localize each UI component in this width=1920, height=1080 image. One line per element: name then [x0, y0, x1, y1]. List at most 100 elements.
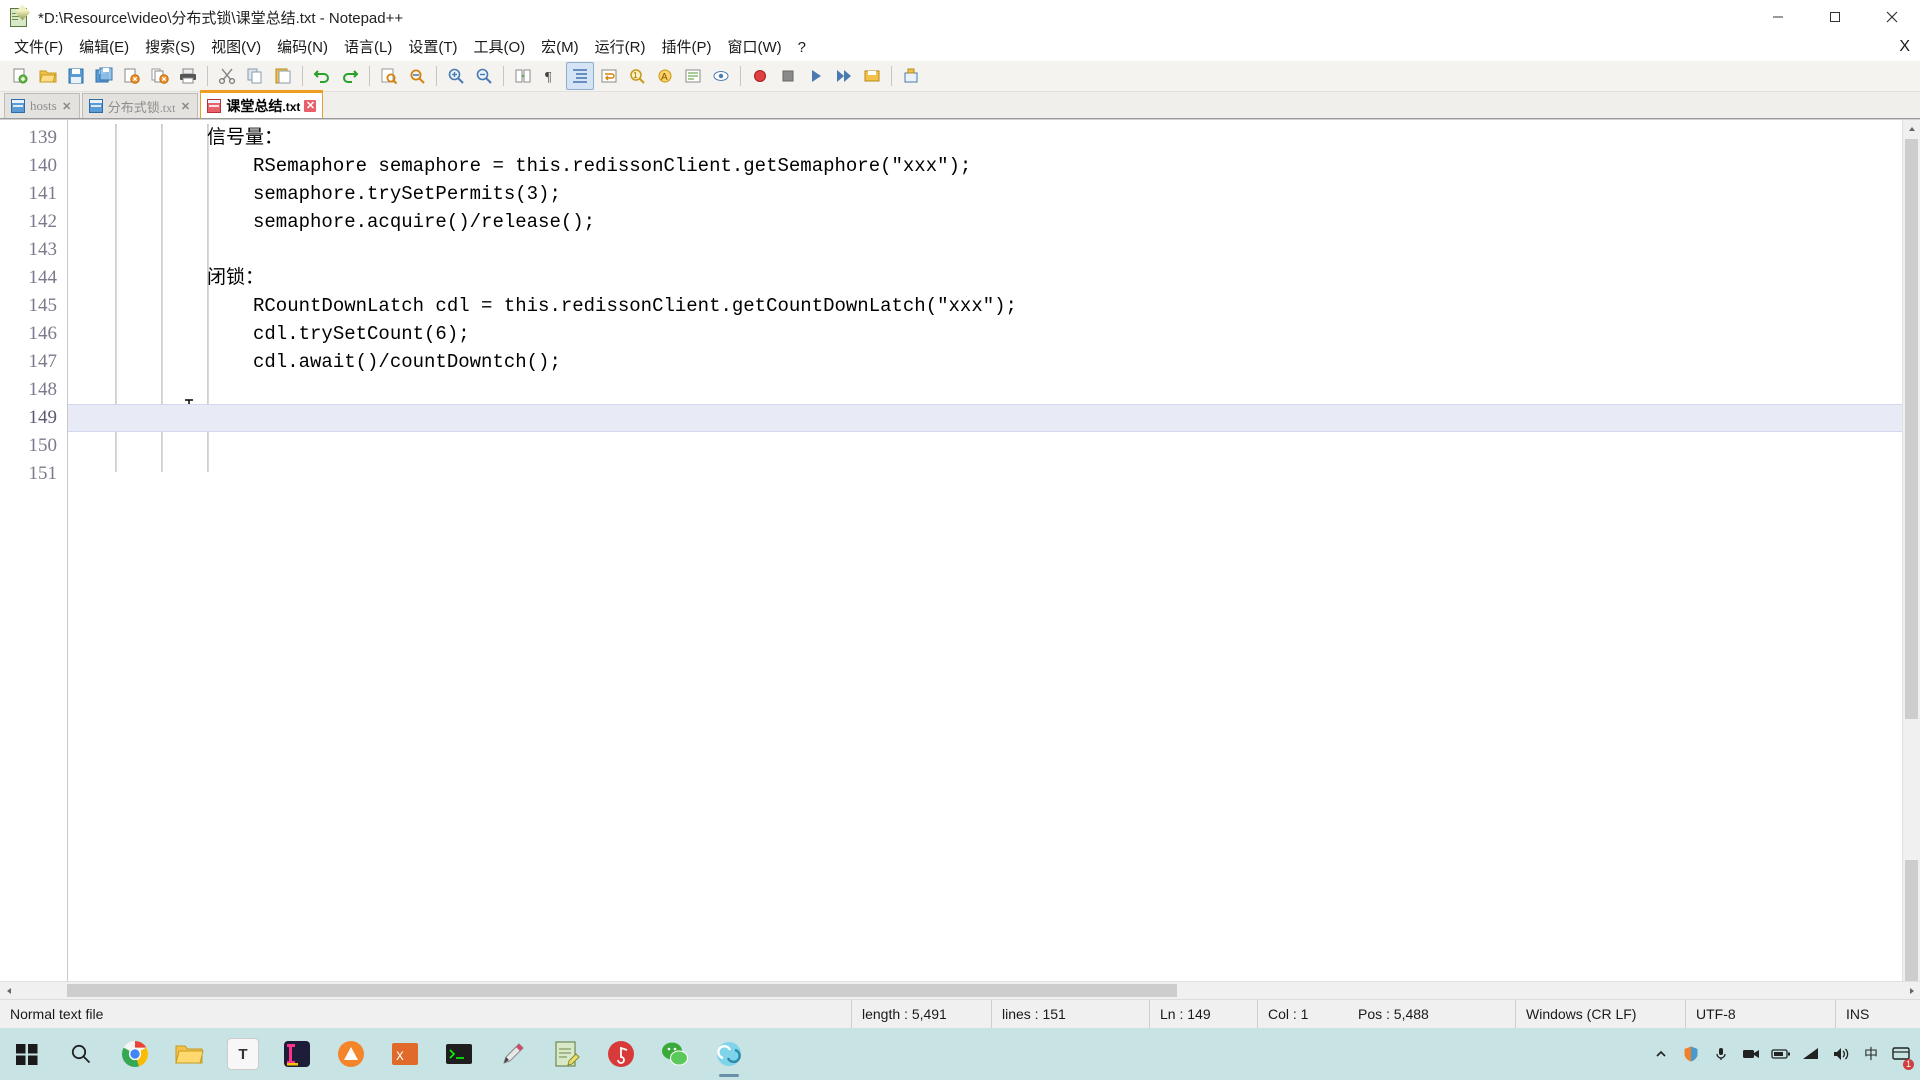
tray-battery-icon[interactable] [1766, 1028, 1796, 1080]
menu-plugins[interactable]: 插件(P) [653, 37, 719, 60]
function-list-button[interactable] [680, 63, 706, 89]
menu-encoding[interactable]: 编码(N) [269, 37, 336, 60]
menu-macro[interactable]: 宏(M) [533, 37, 587, 60]
vertical-scroll-thumb-lower[interactable] [1905, 860, 1918, 981]
replace-button[interactable] [404, 63, 430, 89]
sync-vertical-scroll-button[interactable] [510, 63, 536, 89]
editor-main[interactable]: 139 140 141 142 143 144 145 146 147 148 149 150 151 … [0, 120, 1902, 981]
start-button[interactable] [0, 1028, 54, 1080]
vertical-scroll-thumb[interactable] [1905, 139, 1918, 719]
close-document-button[interactable]: X [1899, 38, 1910, 56]
tray-notifications-icon[interactable]: 1 [1886, 1028, 1916, 1080]
code-line[interactable] [68, 236, 1902, 264]
taskbar-idea[interactable] [270, 1028, 324, 1080]
code-line[interactable]: cdl.trySetCount(6); [68, 320, 1902, 348]
code-line[interactable] [68, 404, 1902, 432]
undo-button[interactable] [309, 63, 335, 89]
zoom-in-button[interactable] [443, 63, 469, 89]
scroll-right-arrow[interactable] [1903, 982, 1920, 999]
print-button[interactable] [175, 63, 201, 89]
maximize-button[interactable] [1806, 0, 1863, 34]
tray-ime-icon[interactable]: 中 [1856, 1028, 1886, 1080]
save-all-button[interactable] [91, 63, 117, 89]
tray-volume-icon[interactable] [1826, 1028, 1856, 1080]
taskbar-notepadpp[interactable] [702, 1028, 756, 1080]
search-icon[interactable] [54, 1028, 108, 1080]
tray-show-hidden-icons[interactable] [1646, 1028, 1676, 1080]
menu-search[interactable]: 搜索(S) [137, 37, 203, 60]
run-macro-multiple-button[interactable] [831, 63, 857, 89]
open-file-button[interactable] [35, 63, 61, 89]
tray-microphone-icon[interactable] [1706, 1028, 1736, 1080]
new-file-button[interactable] [7, 63, 33, 89]
code-line[interactable]: 信号量： [68, 124, 1902, 152]
save-button[interactable] [63, 63, 89, 89]
zoom-out-button[interactable] [471, 63, 497, 89]
paste-button[interactable] [270, 63, 296, 89]
taskbar-file-explorer[interactable] [162, 1028, 216, 1080]
close-file-button[interactable] [119, 63, 145, 89]
taskbar-xshell[interactable]: X [378, 1028, 432, 1080]
document-map-button[interactable] [708, 63, 734, 89]
play-macro-button[interactable] [803, 63, 829, 89]
menu-help[interactable]: ? [790, 37, 814, 60]
vertical-scrollbar[interactable] [1902, 120, 1920, 981]
code-line[interactable] [68, 460, 1902, 488]
close-all-files-button[interactable] [147, 63, 173, 89]
tray-network-icon[interactable] [1796, 1028, 1826, 1080]
taskbar-terminal[interactable] [432, 1028, 486, 1080]
scroll-left-arrow[interactable] [0, 982, 17, 999]
plugin-manager-button[interactable] [898, 63, 924, 89]
taskbar-wechat[interactable] [648, 1028, 702, 1080]
tab-close-icon[interactable]: ✕ [304, 99, 317, 112]
code-line[interactable]: RCountDownLatch cdl = this.redissonClien… [68, 292, 1902, 320]
word-wrap-button[interactable] [596, 63, 622, 89]
show-symbols-button[interactable]: ¶ [538, 63, 564, 89]
cut-button[interactable] [214, 63, 240, 89]
menu-settings[interactable]: 设置(T) [400, 37, 465, 60]
tab-distributed-lock[interactable]: 分布式锁.txt ✕ [81, 93, 199, 118]
code-line[interactable]: semaphore.trySetPermits(3); [68, 180, 1902, 208]
close-button[interactable] [1863, 0, 1920, 34]
code-text-area[interactable]: 信号量： RSemaphore semaphore = this.redisson… [68, 120, 1902, 981]
code-line[interactable]: cdl.await()/countDowntch(); [68, 348, 1902, 376]
tab-hosts[interactable]: hosts ✕ [4, 93, 80, 118]
taskbar-music[interactable] [594, 1028, 648, 1080]
copy-button[interactable] [242, 63, 268, 89]
horizontal-scroll-thumb[interactable] [67, 984, 1177, 997]
taskbar-typora[interactable]: T [216, 1028, 270, 1080]
all-chars-button[interactable]: A [652, 63, 678, 89]
tray-camera-icon[interactable] [1736, 1028, 1766, 1080]
menu-view[interactable]: 视图(V) [203, 37, 269, 60]
menu-tools[interactable]: 工具(O) [465, 37, 533, 60]
record-macro-button[interactable] [747, 63, 773, 89]
menu-run[interactable]: 运行(R) [587, 37, 654, 60]
taskbar-chrome[interactable] [108, 1028, 162, 1080]
menu-window[interactable]: 窗口(W) [719, 37, 789, 60]
scroll-up-arrow[interactable] [1903, 120, 1920, 137]
code-line[interactable]: RSemaphore semaphore = this.redissonClie… [68, 152, 1902, 180]
code-line[interactable] [68, 432, 1902, 460]
menu-edit[interactable]: 编辑(E) [71, 37, 137, 60]
code-line[interactable]: semaphore.acquire()/release(); [68, 208, 1902, 236]
tab-close-icon[interactable]: ✕ [179, 100, 191, 113]
stop-macro-button[interactable] [775, 63, 801, 89]
tray-security-icon[interactable] [1676, 1028, 1706, 1080]
menu-file[interactable]: 文件(F) [6, 37, 71, 60]
redo-button[interactable] [337, 63, 363, 89]
horizontal-scrollbar[interactable] [0, 981, 1920, 999]
horizontal-scroll-track[interactable] [17, 982, 1903, 999]
menu-language[interactable]: 语言(L) [336, 37, 400, 60]
taskbar-notepad[interactable] [540, 1028, 594, 1080]
find-button[interactable] [376, 63, 402, 89]
code-line[interactable]: 闭锁： [68, 264, 1902, 292]
tab-class-summary[interactable]: 课堂总结.txt ✕ [200, 90, 324, 118]
minimize-button[interactable] [1749, 0, 1806, 34]
zoom-restore-button[interactable]: 1 [624, 63, 650, 89]
taskbar-editor[interactable] [486, 1028, 540, 1080]
show-indent-guide-button[interactable] [566, 62, 594, 90]
tab-close-icon[interactable]: ✕ [61, 100, 73, 113]
save-macro-button[interactable] [859, 63, 885, 89]
taskbar-navicat[interactable] [324, 1028, 378, 1080]
code-line[interactable] [68, 376, 1902, 404]
